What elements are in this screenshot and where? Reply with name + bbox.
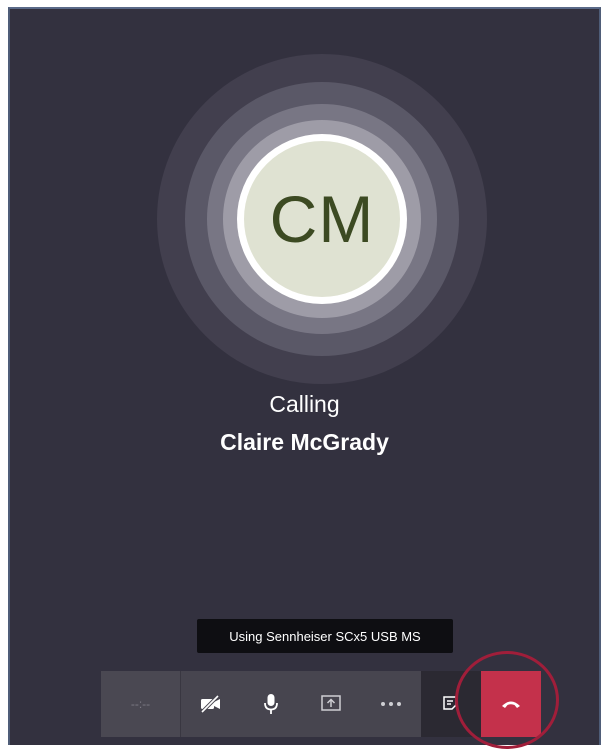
chat-icon xyxy=(442,695,460,713)
more-actions-button[interactable] xyxy=(361,671,421,737)
microphone-icon xyxy=(263,693,279,715)
call-toolbar: --:-- xyxy=(101,671,541,737)
video-off-icon xyxy=(199,694,223,714)
call-timer: --:-- xyxy=(101,671,181,737)
call-status: Calling xyxy=(269,391,340,417)
camera-toggle-button[interactable] xyxy=(181,671,241,737)
device-tooltip-text: Using Sennheiser SCx5 USB MS xyxy=(229,628,421,644)
avatar-initials: CM xyxy=(269,182,375,256)
avatar: CM xyxy=(244,141,400,297)
share-screen-icon xyxy=(320,694,342,714)
more-options-icon xyxy=(380,701,402,707)
call-window: CM Calling Claire McGrady Using Sennheis… xyxy=(8,7,601,749)
call-timer-text: --:-- xyxy=(130,697,151,711)
hang-up-button[interactable] xyxy=(481,671,541,737)
callee-name: Claire McGrady xyxy=(220,429,389,455)
avatar-pulse-rings: CM xyxy=(157,54,487,384)
mute-button[interactable] xyxy=(241,671,301,737)
share-screen-button[interactable] xyxy=(301,671,361,737)
hang-up-icon xyxy=(501,699,521,709)
device-tooltip: Using Sennheiser SCx5 USB MS xyxy=(197,619,453,653)
show-conversation-button[interactable] xyxy=(421,671,481,737)
